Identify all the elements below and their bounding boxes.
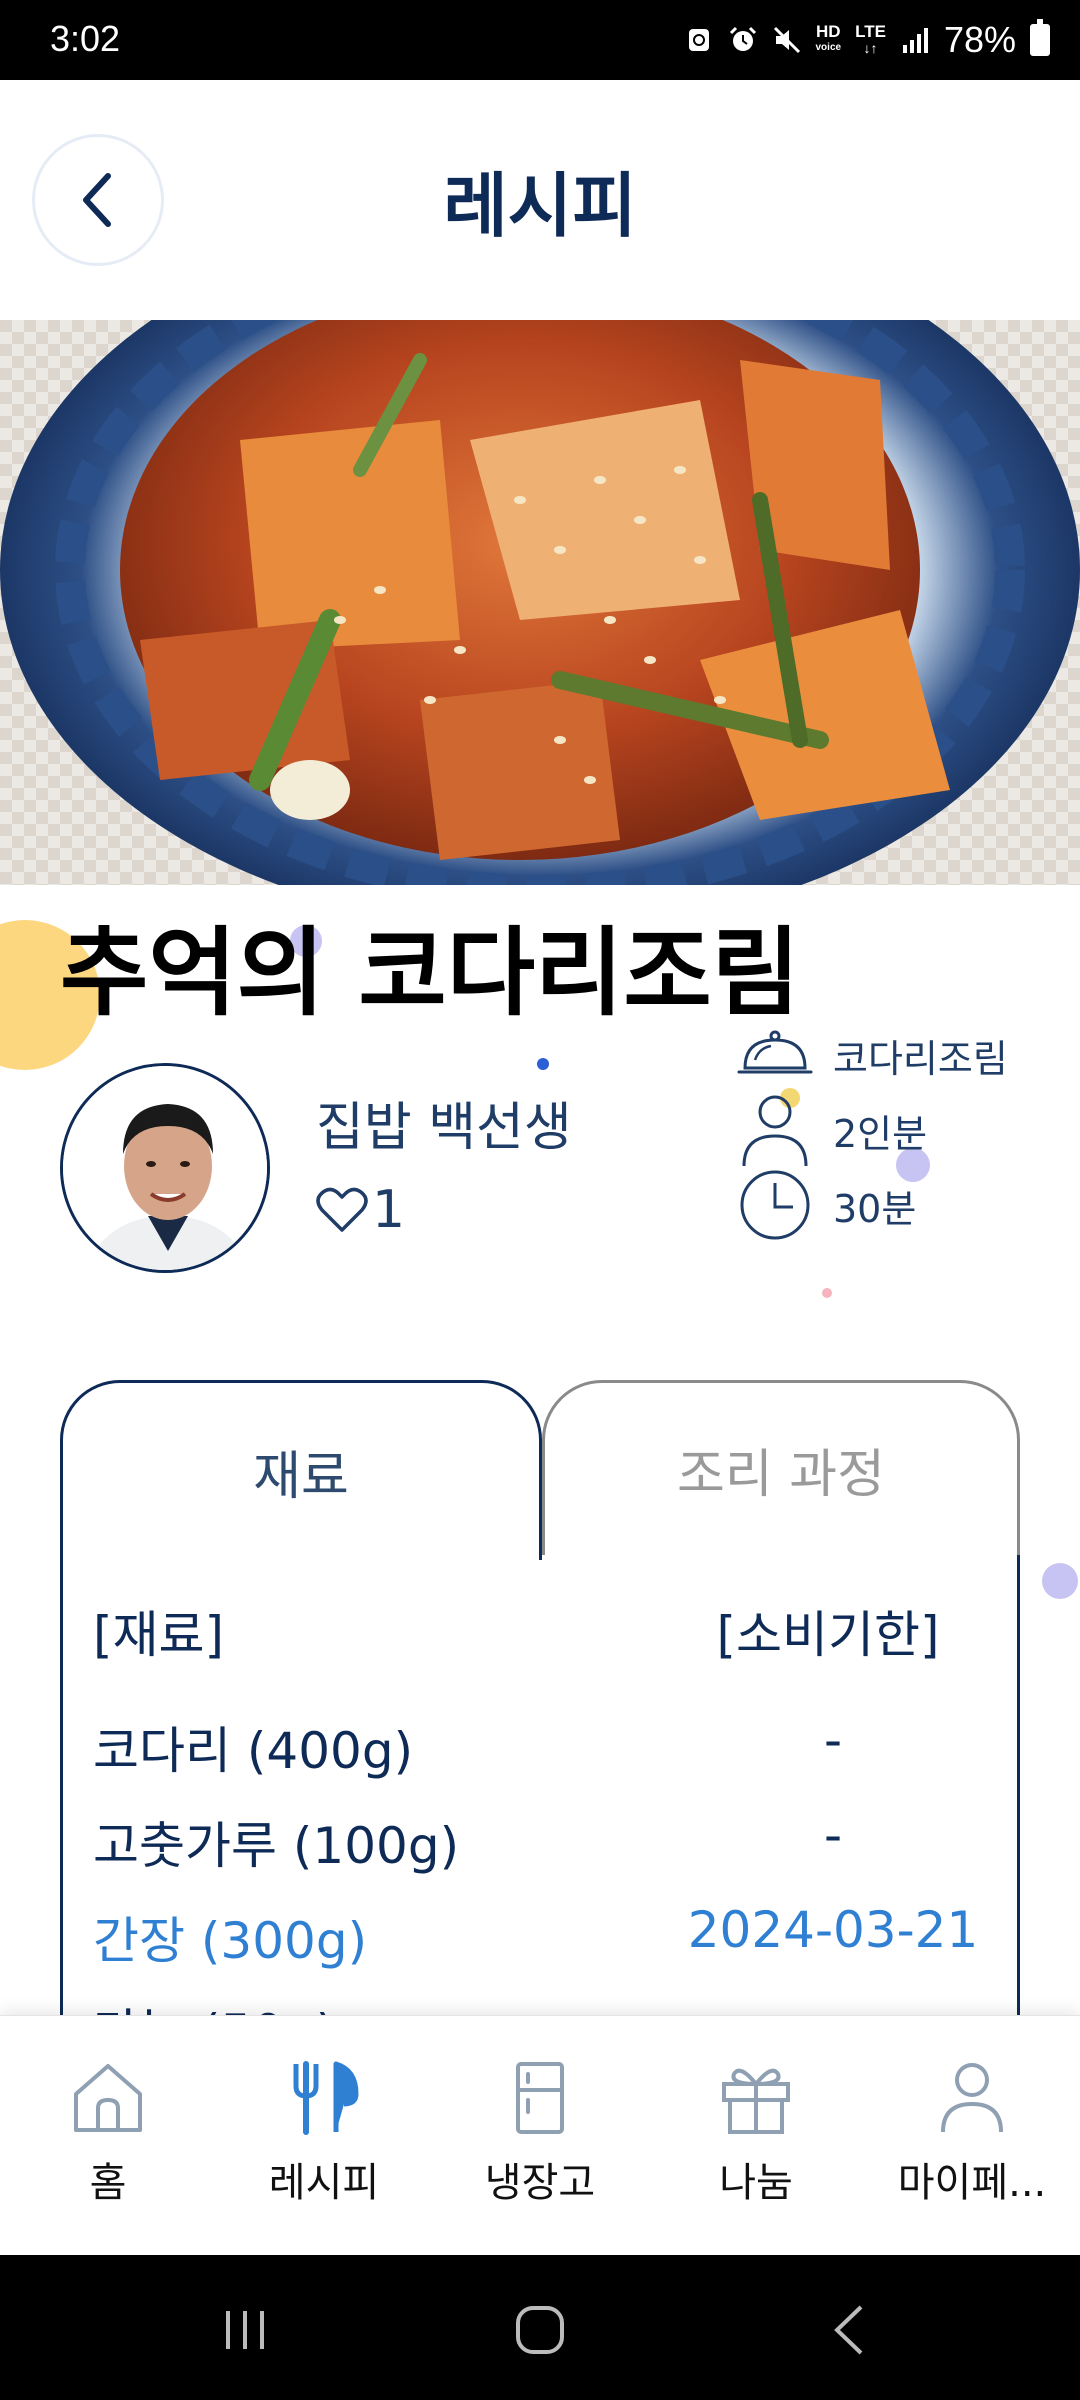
home-icon <box>68 2058 148 2138</box>
decorative-dot <box>822 1288 832 1298</box>
nav-home[interactable]: 홈 <box>0 2016 216 2255</box>
hd-voice-indicator: HD voice <box>815 22 842 56</box>
ingredient-name: 마늘 (50g) <box>93 1993 335 2015</box>
info-servings-row: 2인분 <box>735 1095 928 1167</box>
nav-mypage[interactable]: 마이페... <box>864 2016 1080 2255</box>
lte-arrows-icon: ↓↑ <box>863 40 878 56</box>
ingredient-name: 코다리 (400g) <box>93 1722 414 1780</box>
nav-label: 마이페... <box>897 2160 1047 2206</box>
decorative-dot <box>537 1058 549 1070</box>
ingredient-expiry: - <box>823 1806 843 1864</box>
ingredient-expiry: 2024-03-21 <box>687 1901 979 1959</box>
bottom-navigation: 홈 레시피 냉장고 나눔 마이페... <box>0 2015 1080 2255</box>
battery-percent: 78% <box>943 19 1016 60</box>
ingredient-panel: [재료] [소비기한] 코다리 (400g) - 고춧가루 (100g) - 간… <box>60 1555 1020 2015</box>
info-time-row: 30분 <box>735 1170 916 1240</box>
recipe-title: 추억의 코다리조림 <box>60 917 800 1029</box>
like-row: 1 <box>316 1180 405 1240</box>
system-navigation-bar <box>0 2255 1080 2400</box>
expiry-header: [소비기한] <box>716 1606 940 1664</box>
lte-indicator: LTE ↓↑ <box>855 22 886 56</box>
ingredient-header: [재료] <box>93 1606 225 1664</box>
home-circle-icon <box>516 2306 564 2354</box>
fridge-icon <box>500 2058 580 2138</box>
ingredient-expiry: - <box>823 1711 843 1769</box>
nav-label: 나눔 <box>719 2160 793 2206</box>
home-system-button[interactable] <box>505 2295 575 2365</box>
nav-recipe[interactable]: 레시피 <box>216 2016 432 2255</box>
servings: 2인분 <box>833 1111 928 1156</box>
decorative-dot <box>1042 1563 1078 1599</box>
like-count: 1 <box>372 1180 406 1240</box>
status-bar: 3:02 HD voice LTE ↓↑ 78% <box>0 0 1080 80</box>
page-title: 레시피 <box>443 165 637 247</box>
recipe-photo <box>0 320 1080 885</box>
nav-label: 홈 <box>89 2160 127 2206</box>
nav-label: 레시피 <box>268 2160 380 2206</box>
person-icon <box>932 2058 1012 2138</box>
battery-icon <box>1030 19 1050 56</box>
status-time: 3:02 <box>50 18 121 59</box>
author-avatar[interactable] <box>60 1063 270 1273</box>
hd-label: HD <box>816 22 841 41</box>
nav-label: 냉장고 <box>484 2160 596 2206</box>
ingredient-expiry: - <box>673 1993 993 2015</box>
mute-icon <box>773 26 800 54</box>
info-dish-row: 코다리조림 <box>735 1020 1008 1090</box>
author-name[interactable]: 집밥 백선생 <box>316 1085 572 1160</box>
recent-apps-button[interactable] <box>210 2295 280 2365</box>
status-icons: HD voice LTE ↓↑ 78% <box>684 18 1050 62</box>
recycle-notification-icon <box>688 29 709 51</box>
heart-icon[interactable] <box>316 1186 368 1234</box>
ingredient-name: 간장 (300g) <box>93 1912 368 1970</box>
cloche-icon <box>735 1020 815 1090</box>
gift-icon <box>716 2058 796 2138</box>
fork-knife-icon <box>284 2058 364 2138</box>
nav-share[interactable]: 나눔 <box>648 2016 864 2255</box>
signal-icon <box>902 28 928 53</box>
tab-cooking-steps[interactable]: 조리 과정 <box>542 1380 1020 1558</box>
back-arrow-icon <box>834 2305 863 2355</box>
system-back-button[interactable] <box>815 2295 885 2365</box>
app-header: 레시피 <box>0 80 1080 320</box>
lte-label: LTE <box>855 22 886 41</box>
recent-apps-icon <box>226 2311 264 2349</box>
person-icon <box>735 1095 815 1167</box>
tab-ingredients[interactable]: 재료 <box>60 1380 542 1560</box>
cook-time: 30분 <box>833 1186 917 1231</box>
ingredient-name: 고춧가루 (100g) <box>93 1817 460 1875</box>
nav-fridge[interactable]: 냉장고 <box>432 2016 648 2255</box>
hd-sub-label: voice <box>815 42 842 53</box>
alarm-icon <box>729 26 756 51</box>
clock-icon <box>735 1170 815 1240</box>
dish-name: 코다리조림 <box>833 1036 1008 1081</box>
